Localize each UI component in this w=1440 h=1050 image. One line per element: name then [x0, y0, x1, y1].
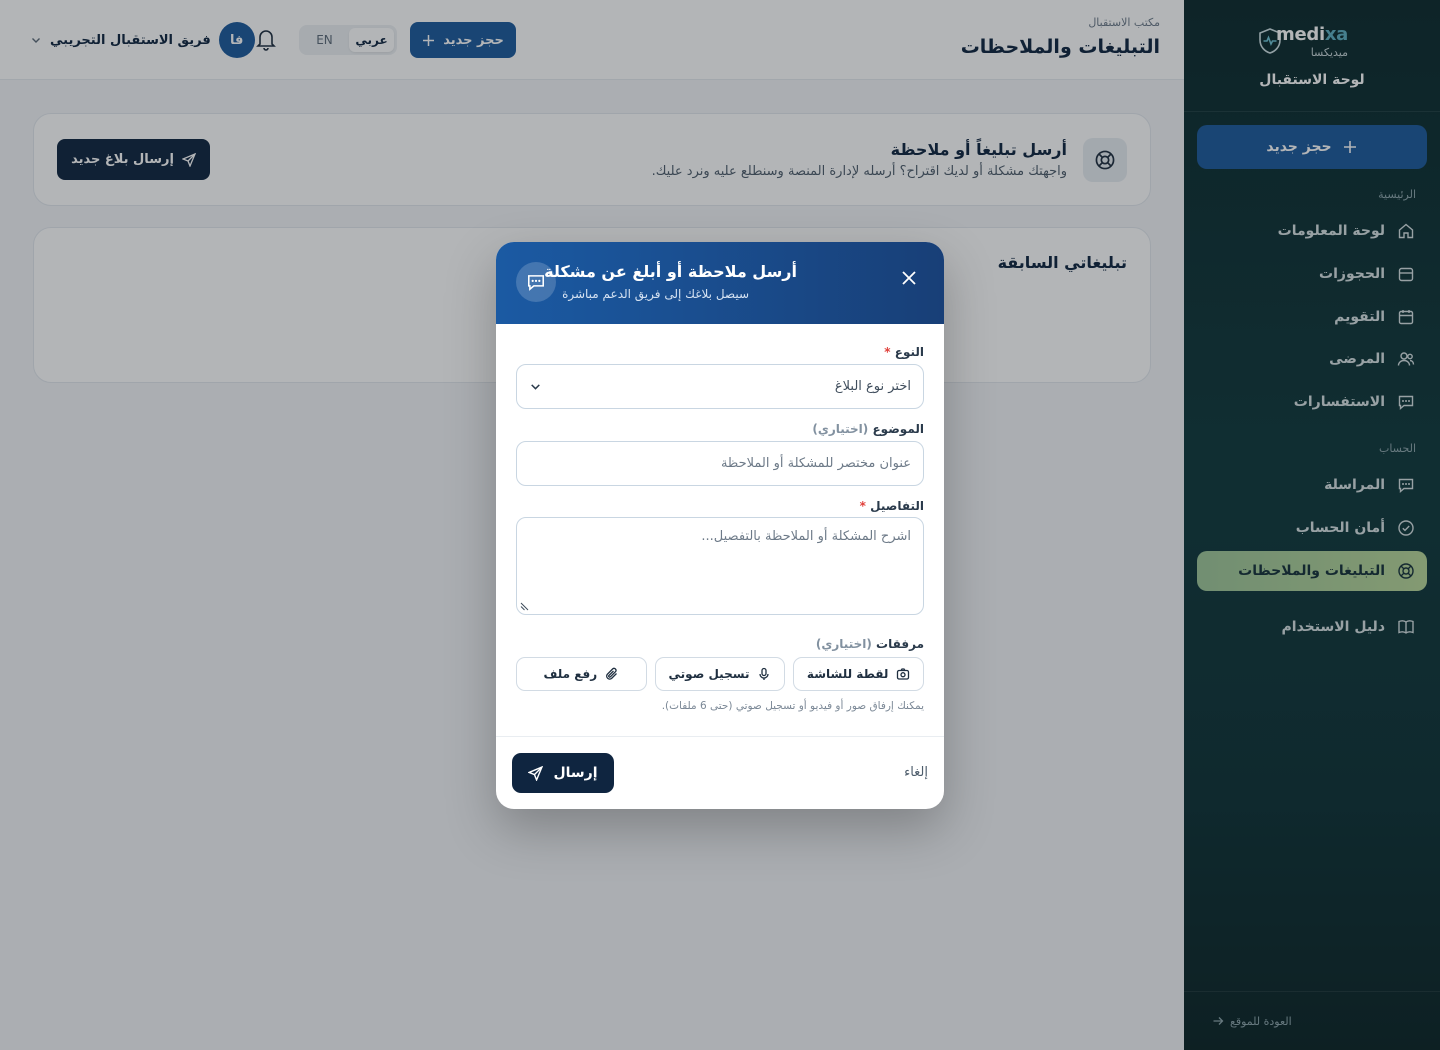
send-label: إرسال — [553, 765, 598, 781]
details-field-label: التفاصيل * — [860, 499, 924, 513]
subject-label: الموضوع — [872, 422, 924, 436]
screenshot-button[interactable]: لقطة للشاشة — [793, 657, 924, 691]
modal-subtitle: سيصل بلاغك إلى فريق الدعم مباشرة — [562, 287, 749, 301]
chevron-down-icon — [529, 380, 542, 393]
type-field-label: النوع * — [884, 345, 924, 359]
details-label: التفاصيل — [870, 499, 924, 513]
subject-placeholder: عنوان مختصر للمشكلة أو الملاحظة — [720, 456, 911, 471]
voice-record-button[interactable]: تسجيل صوتي — [654, 657, 786, 691]
camera-icon — [896, 667, 910, 681]
modal-header: أرسل ملاحظة أو أبلغ عن مشكلة سيصل بلاغك … — [496, 242, 944, 324]
attachments-field-label: مرفقات (اختياري) — [816, 637, 924, 651]
type-select-value: اختر نوع البلاغ — [834, 379, 911, 394]
type-label: النوع — [894, 345, 924, 359]
subject-field-label: الموضوع (اختياري) — [812, 422, 924, 436]
required-marker: * — [859, 499, 866, 513]
send-button[interactable]: إرسال — [512, 753, 614, 793]
voice-record-label: تسجيل صوتي — [668, 667, 750, 681]
cancel-button[interactable]: إلغاء — [904, 765, 928, 780]
attachments-label: مرفقات — [876, 637, 924, 651]
type-select[interactable]: اختر نوع البلاغ — [516, 364, 924, 409]
optional-tag: (اختياري) — [812, 422, 869, 436]
optional-tag: (اختياري) — [815, 637, 872, 651]
send-icon — [528, 765, 544, 781]
modal-footer: إلغاء إرسال — [496, 736, 944, 809]
required-marker: * — [884, 345, 891, 359]
report-modal: أرسل ملاحظة أو أبلغ عن مشكلة سيصل بلاغك … — [496, 242, 944, 809]
details-placeholder: اشرح المشكلة أو الملاحظة بالتفصيل... — [701, 529, 911, 544]
close-icon[interactable] — [900, 269, 918, 287]
subject-input[interactable]: عنوان مختصر للمشكلة أو الملاحظة — [516, 441, 924, 486]
screenshot-label: لقطة للشاشة — [806, 667, 889, 681]
resize-handle-icon[interactable] — [520, 602, 529, 611]
details-textarea[interactable]: اشرح المشكلة أو الملاحظة بالتفصيل... — [516, 517, 924, 615]
modal-title: أرسل ملاحظة أو أبلغ عن مشكلة — [544, 262, 797, 281]
microphone-icon — [757, 667, 771, 681]
paperclip-icon — [605, 667, 619, 681]
attachment-buttons: لقطة للشاشة تسجيل صوتي رفع ملف — [515, 657, 924, 691]
upload-file-label: رفع ملف — [543, 667, 598, 681]
upload-file-button[interactable]: رفع ملف — [515, 657, 647, 691]
attachments-hint: يمكنك إرفاق صور أو فيديو أو تسجيل صوتي (… — [661, 700, 924, 712]
